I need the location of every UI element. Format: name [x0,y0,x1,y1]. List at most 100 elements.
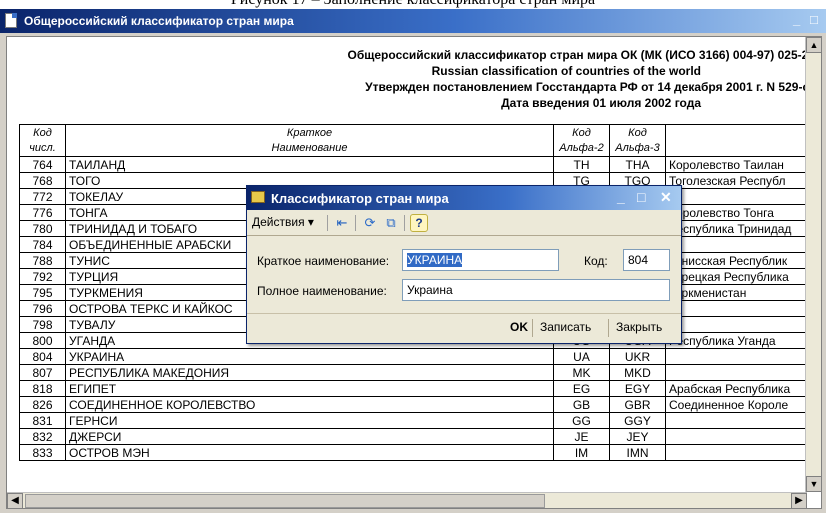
cell-full-name: Республика Тринидад [665,220,816,237]
code-label: Код: [584,254,608,268]
button-separator [532,319,533,337]
table-row[interactable]: 831 ГЕРНСИ GG GGY [19,412,816,429]
refresh-icon[interactable]: ⟳ [361,214,379,232]
save-button[interactable]: Записать [540,320,591,334]
code-input[interactable]: 804 [623,249,670,271]
maximize-button[interactable]: □ [810,12,818,27]
actions-menu[interactable]: Действия ▾ [252,215,314,229]
table-row[interactable]: 826 СОЕДИНЕННОЕ КОРОЛЕВСТВО GB GBR Соединенн… [19,396,816,413]
cell-code: 833 [19,444,66,461]
cell-name: ДЖЕРСИ [65,428,554,445]
cell-alpha3: IMN [609,444,666,461]
main-titlebar: Общероссийский классификатор стран мира … [0,9,826,33]
document-icon [5,13,17,28]
cell-alpha2: IM [553,444,610,461]
table-row[interactable]: 807 РЕСПУБЛИКА МАКЕДОНИЯ MK MKD [19,364,816,381]
table-row[interactable]: 804 УКРАИНА UA UKR [19,348,816,365]
dialog-button-bar: OK Записать Закрыть [247,313,681,343]
scroll-down-arrow-icon[interactable]: ▼ [806,476,821,492]
help-icon[interactable]: ? [410,214,428,232]
col-header-name: Краткое [65,124,554,141]
doc-header-date: Дата введения 01 июля 2002 года [501,96,701,110]
cell-code: 776 [19,204,66,221]
toolbar-separator [355,215,356,231]
cell-full-name [665,300,816,317]
short-name-label: Краткое наименование: [257,254,390,268]
cell-full-name: Республика Уганда [665,332,816,349]
short-name-value: УКРАИНА [407,253,463,267]
horizontal-scrollbar[interactable]: ◀ ▶ [7,492,807,508]
doc-header-english: Russian classification of countries of t… [431,64,701,78]
cell-full-name [665,364,816,381]
col-header-code-sub: числ. [19,140,66,157]
cell-code: 788 [19,252,66,269]
cell-name: ТАИЛАНД [65,156,554,173]
cell-alpha3: MKD [609,364,666,381]
cell-code: 796 [19,300,66,317]
cell-name: СОЕДИНЕННОЕ КОРОЛЕВСТВО [65,396,554,413]
cell-name: ГЕРНСИ [65,412,554,429]
dialog-toolbar: Действия ▾ ⇤ ⟳ ⧉ ? [247,210,681,236]
cell-full-name [665,428,816,445]
horizontal-scroll-thumb[interactable] [25,494,545,508]
cell-code: 804 [19,348,66,365]
table-row[interactable]: 832 ДЖЕРСИ JE JEY [19,428,816,445]
cell-code: 832 [19,428,66,445]
col-header-full-sub [665,140,816,157]
cell-name: ОСТРОВ МЭН [65,444,554,461]
cell-alpha3: GGY [609,412,666,429]
cell-full-name [665,444,816,461]
scroll-right-arrow-icon[interactable]: ▶ [791,493,807,508]
dialog-maximize-button[interactable]: □ [637,189,645,205]
cell-alpha2: GB [553,396,610,413]
ok-button[interactable]: OK [510,320,528,334]
close-button[interactable]: Закрыть [616,320,662,334]
col-header-full [665,124,816,141]
vertical-scrollbar[interactable]: ▲ ▼ [805,37,821,492]
cell-code: 818 [19,380,66,397]
cell-full-name: Тунисская Республик [665,252,816,269]
cell-full-name: Турецкая Республика [665,268,816,285]
toolbar-separator [327,215,328,231]
short-name-input[interactable]: УКРАИНА [402,249,559,271]
cell-code: 780 [19,220,66,237]
cell-full-name: Соединенное Короле [665,396,816,413]
cell-full-name: Туркменистан [665,284,816,301]
toolbar-separator [404,215,405,231]
cell-full-name: Арабская Республика [665,380,816,397]
dialog-titlebar: Классификатор стран мира _ □ ✕ [247,186,681,210]
cell-alpha3: THA [609,156,666,173]
cell-code: 807 [19,364,66,381]
cell-alpha2: EG [553,380,610,397]
figure-caption: Рисунок 17 – Заполнение классификатора с… [0,0,826,9]
back-arrow-icon[interactable]: ⇤ [333,214,351,232]
dialog-minimize-button[interactable]: _ [617,189,625,205]
minimize-button[interactable]: _ [793,12,800,27]
copy-link-icon[interactable]: ⧉ [382,214,400,232]
cell-code: 772 [19,188,66,205]
cell-code: 784 [19,236,66,253]
doc-header-approved: Утвержден постановлением Госстандарта РФ… [365,80,815,94]
cell-code: 792 [19,268,66,285]
cell-alpha3: UKR [609,348,666,365]
cell-name: УКРАИНА [65,348,554,365]
table-row[interactable]: 818 ЕГИПЕТ EG EGY Арабская Республика [19,380,816,397]
dialog-close-button[interactable]: ✕ [660,189,672,206]
col-header-name-sub: Наименование [65,140,554,157]
country-dialog: Классификатор стран мира _ □ ✕ Действия … [246,185,682,344]
table-row[interactable]: 833 ОСТРОВ МЭН IM IMN [19,444,816,461]
scroll-left-arrow-icon[interactable]: ◀ [7,493,23,508]
full-name-input[interactable]: Украина [402,279,670,301]
main-window-title: Общероссийский классификатор стран мира [24,14,294,28]
scroll-up-arrow-icon[interactable]: ▲ [806,37,821,53]
cell-full-name: Королевство Таилан [665,156,816,173]
full-name-label: Полное наименование: [257,284,387,298]
cell-full-name [665,348,816,365]
dialog-title: Классификатор стран мира [271,191,449,206]
col-header-alpha2: Код [553,124,610,141]
cell-alpha2: JE [553,428,610,445]
table-row[interactable]: 764 ТАИЛАНД TH THA Королевство Таилан [19,156,816,173]
cell-alpha3: JEY [609,428,666,445]
button-separator [608,319,609,337]
cell-name: РЕСПУБЛИКА МАКЕДОНИЯ [65,364,554,381]
